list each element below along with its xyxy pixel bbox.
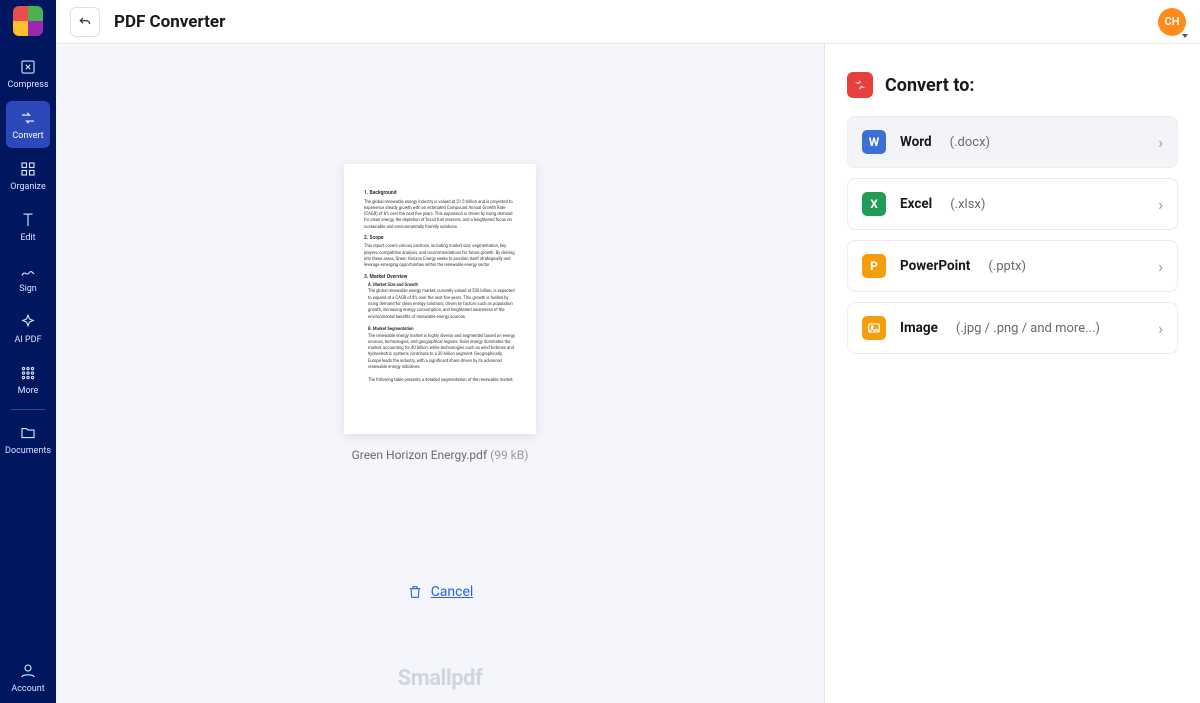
option-label: Image	[900, 320, 938, 336]
chevron-right-icon: ›	[1158, 319, 1163, 338]
sidebar-item-edit[interactable]: Edit	[6, 203, 50, 250]
sign-icon	[18, 261, 38, 281]
sidebar-item-sign[interactable]: Sign	[6, 254, 50, 301]
convert-option-excel[interactable]: X Excel (.xlsx) ›	[847, 178, 1178, 230]
panel-title: Convert to:	[885, 75, 974, 96]
sidebar-item-more[interactable]: More	[6, 356, 50, 403]
sidebar-item-label: Organize	[10, 182, 45, 192]
ai-icon	[18, 312, 38, 332]
option-label: PowerPoint	[900, 258, 970, 274]
sidebar-item-aipdf[interactable]: AI PDF	[6, 305, 50, 352]
word-icon: W	[862, 130, 886, 154]
convert-option-powerpoint[interactable]: P PowerPoint (.pptx) ›	[847, 240, 1178, 292]
convert-option-word[interactable]: W Word (.docx) ›	[847, 116, 1178, 168]
sidebar-item-label: Convert	[12, 131, 43, 141]
file-meta: Green Horizon Energy.pdf (99 kB)	[352, 448, 529, 462]
sidebar-item-label: More	[18, 386, 39, 396]
preview-pane: 1. Background The global renewable energ…	[56, 44, 824, 703]
back-button[interactable]	[70, 7, 100, 37]
chevron-right-icon: ›	[1158, 195, 1163, 214]
page-title: PDF Converter	[114, 12, 225, 32]
file-name: Green Horizon Energy.pdf	[352, 448, 488, 462]
convert-option-image[interactable]: Image (.jpg / .png / and more...) ›	[847, 302, 1178, 354]
option-ext: (.jpg / .png / and more...)	[956, 321, 1100, 336]
file-size: (99 kB)	[490, 448, 528, 462]
trash-icon	[407, 584, 423, 600]
option-ext: (.xlsx)	[950, 197, 985, 212]
convert-icon	[18, 108, 38, 128]
document-thumbnail[interactable]: 1. Background The global renewable energ…	[344, 164, 536, 434]
watermark: Smallpdf	[56, 666, 824, 691]
organize-icon	[18, 159, 38, 179]
sidebar-item-label: Account	[11, 684, 44, 694]
convert-panel: Convert to: W Word (.docx) › X Excel (.x…	[824, 44, 1200, 703]
compress-icon	[18, 57, 38, 77]
option-ext: (.docx)	[950, 135, 990, 150]
option-label: Word	[900, 134, 932, 150]
sidebar-separator	[11, 409, 45, 410]
sidebar-item-documents[interactable]: Documents	[6, 416, 50, 463]
more-icon	[18, 363, 38, 383]
convert-panel-icon	[847, 72, 873, 98]
image-icon	[862, 316, 886, 340]
avatar[interactable]: CH	[1158, 8, 1186, 36]
option-ext: (.pptx)	[988, 259, 1026, 274]
sidebar-item-organize[interactable]: Organize	[6, 152, 50, 199]
sidebar-item-label: Sign	[19, 284, 37, 294]
sidebar-item-convert[interactable]: Convert	[6, 101, 50, 148]
app-logo[interactable]	[13, 6, 43, 36]
topbar: PDF Converter CH	[56, 0, 1200, 44]
sidebar-item-label: Compress	[8, 80, 49, 90]
cancel-button[interactable]: Cancel	[407, 584, 474, 600]
powerpoint-icon: P	[862, 254, 886, 278]
sidebar-item-label: Documents	[5, 446, 51, 456]
sidebar-item-label: Edit	[20, 233, 35, 243]
sidebar-item-account[interactable]: Account	[6, 654, 50, 701]
excel-icon: X	[862, 192, 886, 216]
edit-icon	[18, 210, 38, 230]
chevron-right-icon: ›	[1158, 257, 1163, 276]
account-icon	[18, 661, 38, 681]
undo-icon	[77, 14, 93, 30]
documents-icon	[18, 423, 38, 443]
chevron-right-icon: ›	[1158, 133, 1163, 152]
cancel-label: Cancel	[431, 584, 474, 600]
option-label: Excel	[900, 196, 932, 212]
sidebar-item-compress[interactable]: Compress	[6, 50, 50, 97]
sidebar-item-label: AI PDF	[14, 335, 41, 345]
sidebar: Compress Convert Organize Edit Sign AI P…	[0, 0, 56, 703]
